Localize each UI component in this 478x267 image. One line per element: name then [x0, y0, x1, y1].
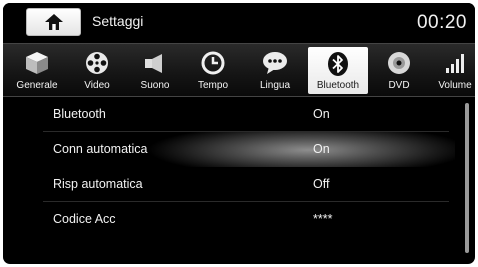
setting-row-bluetooth[interactable]: Bluetooth On	[3, 97, 455, 132]
film-reel-icon	[86, 52, 108, 74]
disc-icon	[388, 52, 410, 74]
settings-list: Bluetooth On Conn automatica On Risp aut…	[3, 97, 475, 264]
speech-bubble-icon	[263, 52, 287, 74]
setting-row-codice-acc[interactable]: Codice Acc ****	[3, 202, 455, 237]
setting-name: Bluetooth	[53, 107, 106, 121]
tab-bluetooth[interactable]: Bluetooth	[308, 47, 368, 94]
page-title: Settaggi	[92, 13, 144, 29]
tab-suono[interactable]: Suono	[127, 44, 183, 96]
cube-icon	[26, 52, 48, 74]
tab-label: Bluetooth	[316, 80, 360, 91]
category-tab-bar: Generale Video Suono Tempo Lingua Blueto…	[3, 43, 475, 97]
volume-bars-icon	[446, 54, 464, 73]
setting-value: On	[313, 107, 330, 121]
clock-icon	[201, 51, 225, 75]
setting-value: Off	[313, 177, 330, 191]
clock: 00:20	[416, 12, 467, 33]
tab-label: Generale	[16, 80, 58, 91]
screen: Settaggi 00:20 Generale Video Suono Temp…	[3, 3, 475, 264]
tab-dvd[interactable]: DVD	[371, 44, 427, 96]
tab-lingua[interactable]: Lingua	[247, 44, 303, 96]
setting-value: ****	[313, 212, 333, 226]
setting-value: On	[313, 142, 330, 156]
tab-video[interactable]: Video	[69, 44, 125, 96]
tab-label: Volume	[438, 80, 472, 91]
setting-name: Risp automatica	[53, 177, 143, 191]
title-bar: Settaggi 00:20	[3, 3, 475, 43]
home-icon	[45, 14, 63, 30]
tab-label: Lingua	[259, 80, 291, 91]
tab-generale[interactable]: Generale	[9, 44, 65, 96]
tab-volume[interactable]: Volume	[427, 44, 475, 96]
setting-name: Codice Acc	[53, 212, 116, 226]
setting-row-risp-automatica[interactable]: Risp automatica Off	[3, 167, 455, 202]
tab-label: Tempo	[197, 80, 228, 91]
speaker-icon	[145, 54, 162, 73]
setting-name: Conn automatica	[53, 142, 148, 156]
setting-row-conn-automatica[interactable]: Conn automatica On	[3, 132, 455, 167]
scrollbar[interactable]	[465, 103, 469, 253]
bluetooth-icon	[328, 52, 348, 76]
tab-tempo[interactable]: Tempo	[185, 44, 241, 96]
home-button[interactable]	[26, 8, 81, 36]
